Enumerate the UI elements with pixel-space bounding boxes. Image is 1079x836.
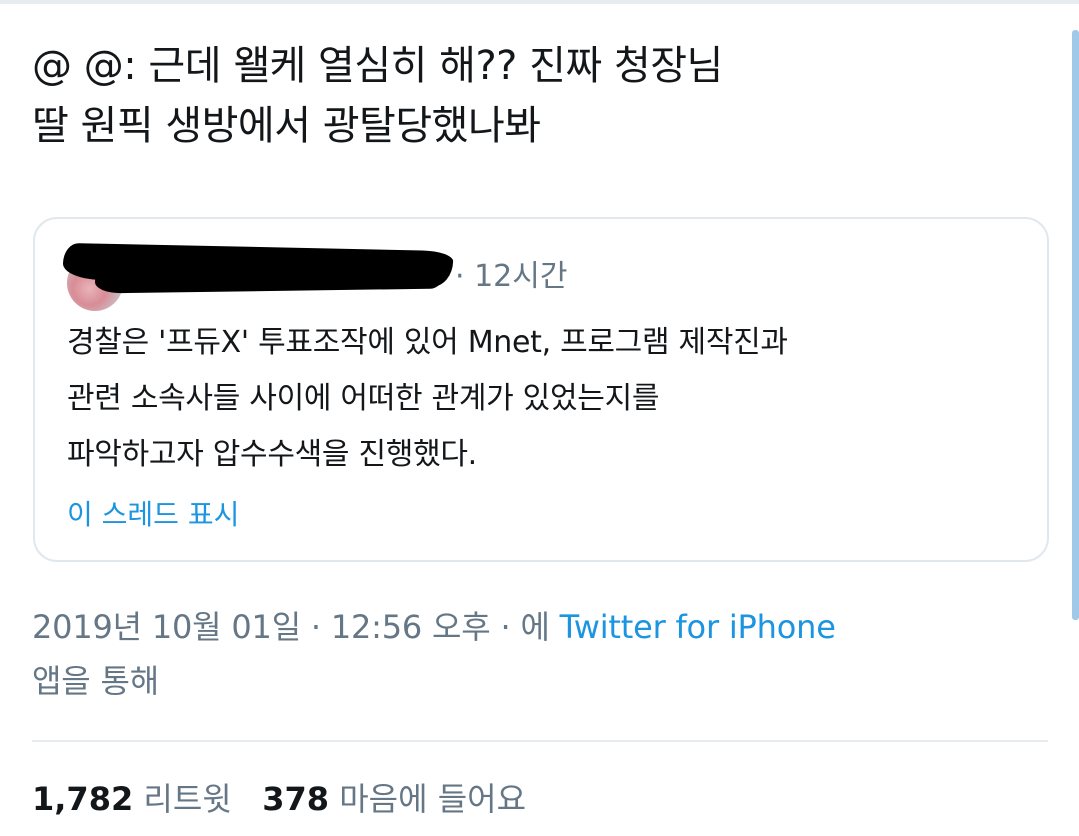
likes-count[interactable]: 378 [262,780,329,818]
source-link[interactable]: Twitter for iPhone [560,608,836,646]
likes-label[interactable]: 마음에 들어요 [339,780,526,818]
tweet-stats: 1,782 리트윗 378 마음에 들어요 [32,776,526,822]
quoted-body-line-3: 파악하고자 압수수색을 진행했다. [67,437,477,472]
retweets-label[interactable]: 리트윗 [143,780,231,818]
quoted-body-line-2: 관련 소속사들 사이에 어떠한 관계가 있었는지를 [67,381,660,416]
meta-line-1: 2019년 10월 01일 · 12:56 오후 · 에 Twitter for… [32,600,1032,654]
tweet-date: 2019년 10월 01일 · 12:56 오후 · 에 [32,608,550,646]
scrollbar[interactable] [1072,30,1079,620]
quoted-tweet-card[interactable]: · 12시간 경찰은 '프듀X' 투표조작에 있어 Mnet, 프로그램 제작진… [33,217,1049,562]
show-thread-link[interactable]: 이 스레드 표시 [67,495,239,535]
tweet-text-line-1: @ @: 근데 왤케 열심히 해?? 진짜 청장님 [32,43,723,89]
retweets-count[interactable]: 1,782 [32,780,133,818]
quoted-tweet-body: 경찰은 '프듀X' 투표조작에 있어 Mnet, 프로그램 제작진과 관련 소속… [67,315,1027,483]
redaction-mark [94,262,446,294]
divider [32,740,1048,742]
meta-suffix: 앱을 통해 [32,662,159,700]
quoted-tweet-time: · 12시간 [455,259,568,294]
tweet-meta: 2019년 10월 01일 · 12:56 오후 · 에 Twitter for… [32,600,1032,708]
quoted-body-line-1: 경찰은 '프듀X' 투표조작에 있어 Mnet, 프로그램 제작진과 [67,325,788,360]
tweet-text: @ @: 근데 왤케 열심히 해?? 진짜 청장님 딸 원픽 생방에서 광탈당했… [32,36,1032,156]
top-divider [0,0,1079,4]
tweet-text-line-2: 딸 원픽 생방에서 광탈당했나봐 [32,103,541,149]
